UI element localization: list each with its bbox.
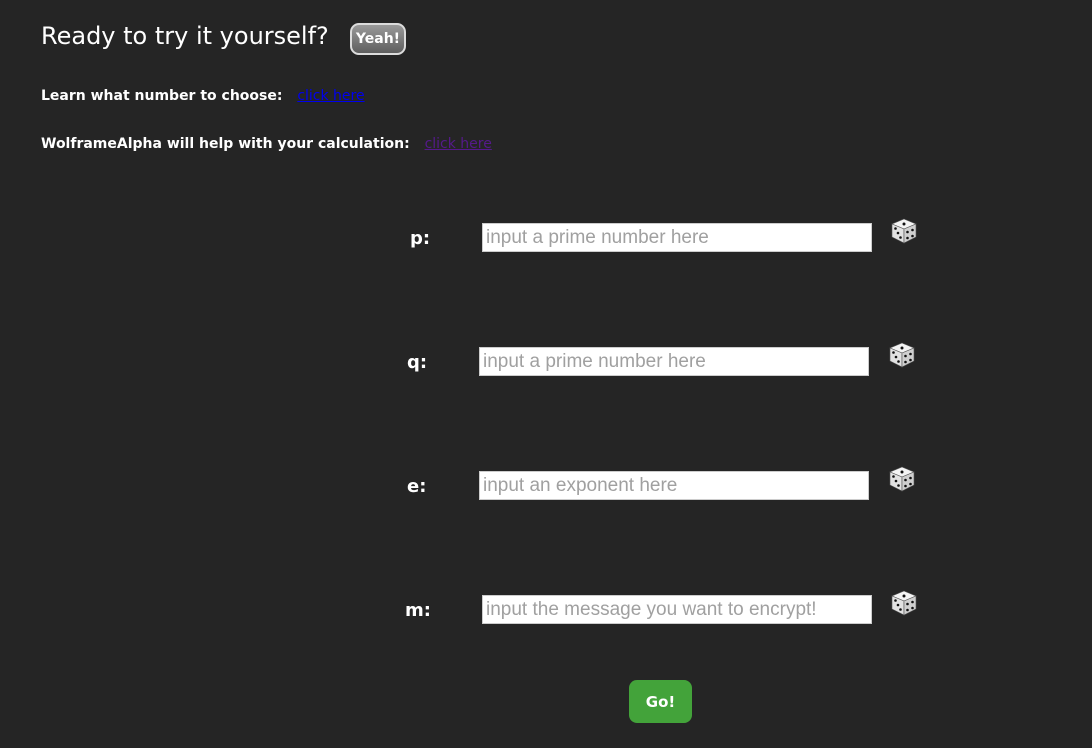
- page-title: Ready to try it yourself?: [41, 22, 329, 50]
- choose-number-label: Learn what number to choose:: [41, 88, 283, 104]
- wolfram-line: WolframeAlpha will help with your calcul…: [41, 134, 492, 154]
- dice-icon[interactable]: [889, 342, 915, 368]
- dice-icon[interactable]: [891, 218, 917, 244]
- yeah-button[interactable]: Yeah!: [350, 23, 406, 55]
- m-label: m:: [405, 600, 431, 621]
- m-input[interactable]: [482, 595, 872, 624]
- dice-icon[interactable]: [889, 466, 915, 492]
- e-label: e:: [407, 476, 427, 497]
- q-input[interactable]: [479, 347, 869, 376]
- e-input[interactable]: [479, 471, 869, 500]
- choose-number-link[interactable]: click here: [297, 88, 364, 104]
- go-button[interactable]: Go!: [629, 680, 692, 723]
- page: Ready to try it yourself? Yeah! Learn wh…: [0, 0, 1092, 748]
- wolfram-label: WolframeAlpha will help with your calcul…: [41, 136, 410, 152]
- wolfram-link[interactable]: click here: [425, 136, 492, 152]
- choose-number-line: Learn what number to choose: click here: [41, 86, 365, 106]
- p-label: p:: [410, 228, 431, 249]
- dice-icon[interactable]: [891, 590, 917, 616]
- q-label: q:: [407, 352, 428, 373]
- p-input[interactable]: [482, 223, 872, 252]
